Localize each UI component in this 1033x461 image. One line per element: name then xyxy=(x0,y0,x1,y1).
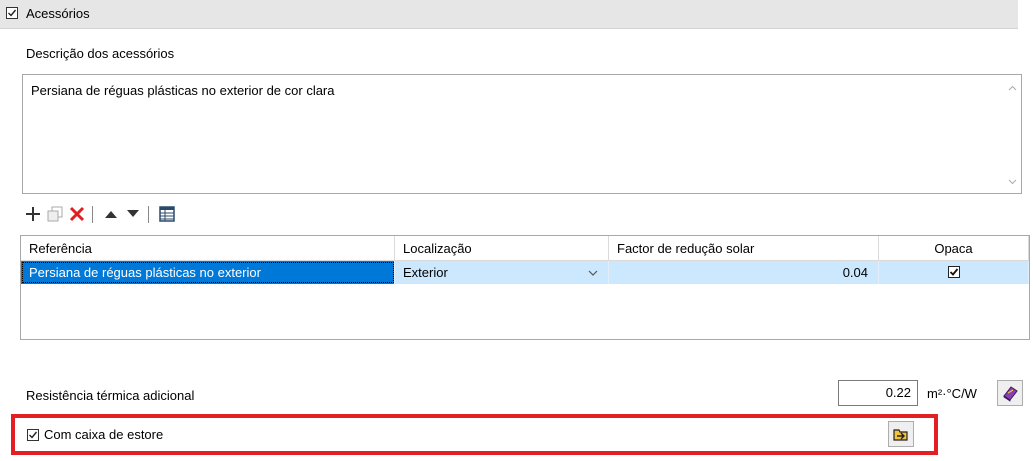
resistance-input[interactable]: 0.22 xyxy=(838,380,918,406)
chevron-down-icon[interactable] xyxy=(588,270,598,276)
opaque-checkbox[interactable] xyxy=(948,266,960,278)
cell-reference[interactable]: Persiana de réguas plásticas no exterior xyxy=(21,261,395,284)
column-header-opaque[interactable]: Opaca xyxy=(879,236,1029,261)
description-textarea[interactable]: Persiana de réguas plásticas no exterior… xyxy=(22,74,1022,194)
cell-opaque[interactable] xyxy=(879,261,1029,284)
move-up-icon[interactable] xyxy=(100,203,122,225)
cell-location[interactable]: Exterior xyxy=(395,261,609,284)
table-icon[interactable] xyxy=(156,203,178,225)
accessories-table: Referência Localização Factor de redução… xyxy=(20,235,1030,340)
description-scrollbar[interactable] xyxy=(1004,75,1021,193)
delete-icon[interactable] xyxy=(66,203,88,225)
description-text: Persiana de réguas plásticas no exterior… xyxy=(31,83,335,98)
scroll-down-icon[interactable] xyxy=(1008,179,1017,185)
resistance-label: Resistência térmica adicional xyxy=(26,388,195,403)
scroll-up-icon[interactable] xyxy=(1008,85,1017,91)
box-edit-button[interactable] xyxy=(888,421,914,447)
column-header-location[interactable]: Localização xyxy=(395,236,609,261)
column-header-reference[interactable]: Referência xyxy=(21,236,395,261)
duplicate-icon[interactable] xyxy=(44,203,66,225)
group-header: Acessórios xyxy=(0,0,1018,29)
toolbar xyxy=(22,203,222,227)
resistance-library-button[interactable] xyxy=(997,380,1023,406)
toolbar-separator xyxy=(92,206,93,223)
description-label: Descrição dos acessórios xyxy=(26,46,175,61)
box-checkbox[interactable] xyxy=(27,429,39,441)
accessories-label: Acessórios xyxy=(26,6,90,21)
toolbar-separator xyxy=(148,206,149,223)
box-checkbox-label: Com caixa de estore xyxy=(44,427,164,442)
column-header-solar-factor[interactable]: Factor de redução solar xyxy=(609,236,879,261)
book-icon xyxy=(1003,386,1018,402)
move-down-icon[interactable] xyxy=(122,203,144,225)
location-value: Exterior xyxy=(403,265,448,280)
add-icon[interactable] xyxy=(22,203,44,225)
folder-edit-icon xyxy=(893,429,908,441)
resistance-unit: m²·°C/W xyxy=(927,386,977,401)
cell-solar-factor[interactable]: 0.04 xyxy=(609,261,879,284)
accessories-checkbox[interactable] xyxy=(6,7,18,19)
